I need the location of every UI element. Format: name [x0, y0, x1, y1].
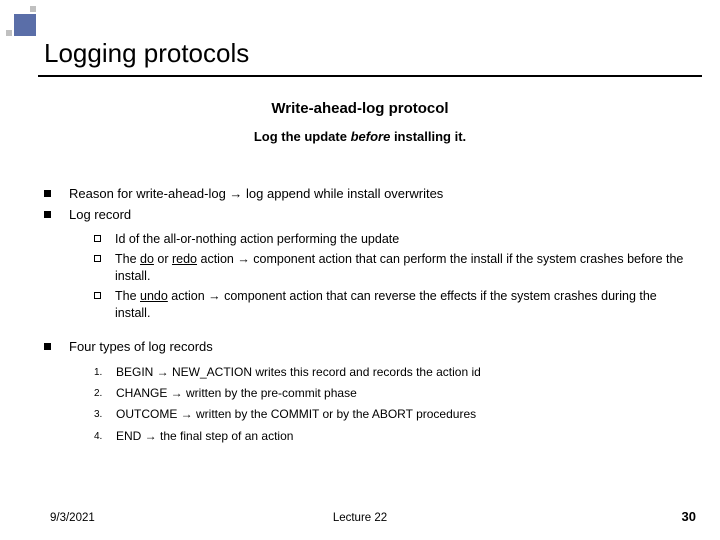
bullet-item: Four types of log records: [44, 338, 690, 356]
footer-page-number: 30: [682, 509, 696, 524]
num-item: 1. BEGIN → NEW_ACTION writes this record…: [94, 364, 690, 380]
subtitle-block: Write-ahead-log protocol Log the update …: [0, 100, 720, 144]
num-text: BEGIN → NEW_ACTION writes this record an…: [116, 364, 481, 380]
hollow-square-icon: [94, 292, 101, 299]
hollow-square-icon: [94, 235, 101, 242]
sub-item: The undo action → component action that …: [94, 288, 690, 322]
bullet-item: Log record: [44, 206, 690, 224]
sub-text: Id of the all-or-nothing action performi…: [115, 231, 399, 248]
sub-list: Id of the all-or-nothing action performi…: [94, 231, 690, 321]
slide-title: Logging protocols: [44, 38, 249, 69]
title-rule: [38, 75, 702, 77]
t: or: [154, 252, 172, 266]
num-label: 1.: [94, 364, 116, 380]
subtitle-suffix: installing it.: [394, 129, 466, 144]
t: The: [115, 289, 140, 303]
footer-lecture: Lecture 22: [0, 512, 720, 524]
num-text: OUTCOME → written by the COMMIT or by th…: [116, 406, 476, 422]
num-item: 2. CHANGE → written by the pre-commit ph…: [94, 385, 690, 401]
underline-redo: redo: [172, 252, 197, 266]
subtitle-italic: before: [351, 129, 394, 144]
bullet-text: Four types of log records: [69, 338, 213, 356]
bullet-item: Reason for write-ahead-log → log append …: [44, 185, 690, 203]
bullet-text: Reason for write-ahead-log → log append …: [69, 185, 443, 203]
num-item: 3. OUTCOME → written by the COMMIT or by…: [94, 406, 690, 422]
num-label: 2.: [94, 385, 116, 401]
corner-decoration: [0, 0, 38, 38]
num-text: END → the final step of an action: [116, 428, 293, 444]
num-text: CHANGE → written by the pre-commit phase: [116, 385, 357, 401]
sub-item: The do or redo action → component action…: [94, 251, 690, 285]
bullet-text: Log record: [69, 206, 131, 224]
subtitle-line2: Log the update before installing it.: [0, 129, 720, 144]
square-bullet-icon: [44, 343, 51, 350]
num-label: 3.: [94, 406, 116, 422]
sub-item: Id of the all-or-nothing action performi…: [94, 231, 690, 248]
underline-undo: undo: [140, 289, 168, 303]
subtitle-prefix: Log the update: [254, 129, 351, 144]
numbered-list: 1. BEGIN → NEW_ACTION writes this record…: [94, 364, 690, 444]
num-label: 4.: [94, 428, 116, 444]
subtitle-line1: Write-ahead-log protocol: [0, 100, 720, 117]
square-bullet-icon: [44, 211, 51, 218]
t: action → component action that can perfo…: [115, 252, 683, 283]
sub-text: The do or redo action → component action…: [115, 251, 690, 285]
t: The: [115, 252, 140, 266]
body-content: Reason for write-ahead-log → log append …: [44, 185, 690, 449]
square-bullet-icon: [44, 190, 51, 197]
t: action → component action that can rever…: [115, 289, 657, 320]
hollow-square-icon: [94, 255, 101, 262]
underline-do: do: [140, 252, 154, 266]
sub-text: The undo action → component action that …: [115, 288, 690, 322]
num-item: 4. END → the final step of an action: [94, 428, 690, 444]
